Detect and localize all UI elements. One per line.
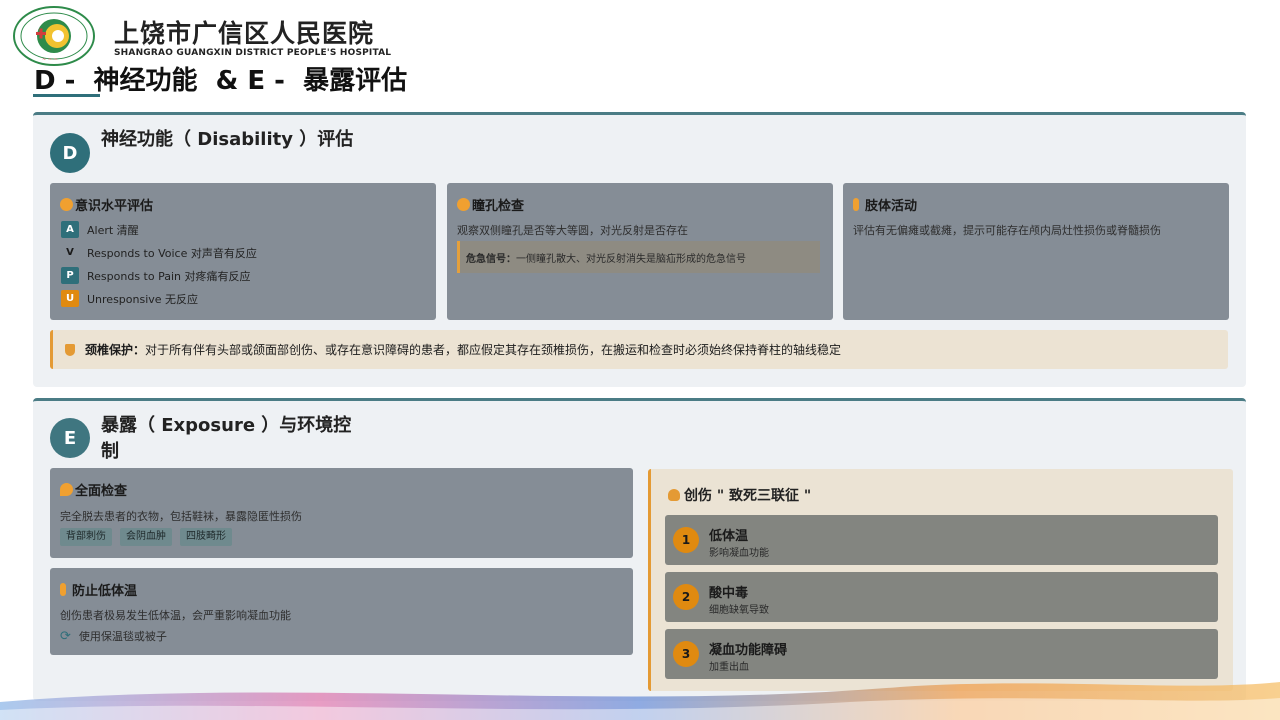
eye-icon	[457, 198, 470, 211]
header: ~ ~ ~ 上饶市广信区人民医院 SHANGRAO GUANGXIN DISTR…	[0, 0, 1280, 110]
triad-number: 1	[673, 527, 699, 553]
spine-text: 对于所有伴有头部或颌面部创伤、或存在意识障碍的患者，都应假定其存在颈椎损伤，在搬…	[145, 343, 842, 357]
consciousness-header: 意识水平评估	[60, 195, 153, 214]
search-icon	[60, 483, 73, 496]
triad-number: 2	[673, 584, 699, 610]
exposure-section: E 暴露（ Exposure ）与环境控制 全面检查 完全脱去患者的衣物，包括鞋…	[33, 398, 1246, 701]
full-exam-card: 全面检查 完全脱去患者的衣物，包括鞋袜，暴露隐匿性损伤 背部刺伤 会阴血肿 四肢…	[50, 468, 633, 558]
triad-name: 酸中毒	[709, 586, 749, 601]
e-badge: E	[50, 418, 90, 458]
hypothermia-title: 防止低体温	[72, 584, 138, 599]
limb-card: 肢体活动 评估有无偏瘫或截瘫，提示可能存在颅内局灶性损伤或脊髓损伤	[843, 183, 1229, 320]
hospital-logo: ~ ~ ~	[13, 6, 95, 66]
level-label: Unresponsive 无反应	[87, 292, 199, 306]
tag-back-stab: 背部刺伤	[60, 528, 112, 546]
danger-text: 一侧瞳孔散大、对光反射消失是脑疝形成的危急信号	[516, 253, 746, 265]
tag-perineal-hematoma: 会阴血肿	[120, 528, 172, 546]
hypothermia-action-text: 使用保温毯或被子	[78, 630, 167, 643]
page-title: D - 神经功能 & E - 暴露评估	[34, 66, 408, 96]
triad-header: 创伤 " 致死三联征 "	[668, 485, 811, 505]
skull-icon	[668, 489, 680, 501]
level-label: Responds to Pain 对疼痛有反应	[87, 269, 251, 283]
full-exam-header: 全面检查	[60, 480, 127, 499]
pupil-header: 瞳孔检查	[457, 195, 524, 214]
hospital-name-cn: 上饶市广信区人民医院	[114, 19, 375, 48]
limb-title: 肢体活动	[865, 199, 918, 214]
triad-number: 3	[673, 641, 699, 667]
full-exam-title: 全面检查	[75, 484, 128, 499]
exposure-title: 暴露（ Exposure ）与环境控制	[101, 415, 352, 462]
level-voice: V Responds to Voice 对声音有反应	[61, 244, 257, 261]
level-code-u: U	[61, 290, 79, 307]
level-label: Alert 清醒	[87, 223, 139, 237]
triad-desc: 影响凝血功能	[709, 548, 769, 559]
full-exam-text: 完全脱去患者的衣物，包括鞋袜，暴露隐匿性损伤	[60, 510, 302, 523]
triad-name: 低体温	[709, 529, 749, 544]
tag-limb-deformity: 四肢畸形	[180, 528, 232, 546]
limb-header: 肢体活动	[853, 195, 917, 214]
shield-icon	[65, 343, 75, 356]
decorative-footer-band	[0, 682, 1280, 720]
hypothermia-action: ⟳ 使用保温毯或被子	[60, 628, 167, 644]
disability-title: 神经功能（ Disability ）评估	[101, 129, 354, 150]
person-walking-icon	[853, 198, 859, 211]
triad-name: 凝血功能障碍	[709, 643, 788, 658]
pupil-title: 瞳孔检查	[472, 199, 525, 214]
pupil-card: 瞳孔检查 观察双侧瞳孔是否等大等圆，对光反射是否存在 危急信号： 一侧瞳孔散大、…	[447, 183, 833, 320]
brain-icon	[60, 198, 73, 211]
refresh-icon: ⟳	[60, 628, 71, 644]
triad-desc: 细胞缺氧导致	[709, 605, 769, 616]
triad-title: 创伤 " 致死三联征 "	[684, 488, 812, 504]
pupil-text: 观察双侧瞳孔是否等大等圆，对光反射是否存在	[457, 224, 688, 237]
disability-section: D 神经功能（ Disability ）评估 意识水平评估 A Alert 清醒…	[33, 112, 1246, 387]
level-unresponsive: U Unresponsive 无反应	[61, 290, 198, 307]
triad-item-acidosis: 2 酸中毒 细胞缺氧导致	[665, 572, 1218, 622]
consciousness-card: 意识水平评估 A Alert 清醒 V Responds to Voice 对声…	[50, 183, 436, 320]
hypothermia-card: 防止低体温 创伤患者极易发生低体温，会严重影响凝血功能 ⟳ 使用保温毯或被子	[50, 568, 633, 655]
level-code-a: A	[61, 221, 79, 238]
level-code-v: V	[61, 244, 79, 261]
level-pain: P Responds to Pain 对疼痛有反应	[61, 267, 251, 284]
spine-protection-warning: 颈椎保护： 对于所有伴有头部或颌面部创伤、或存在意识障碍的患者，都应假定其存在颈…	[50, 330, 1228, 369]
hypothermia-header: 防止低体温	[60, 580, 137, 599]
thermometer-icon	[60, 583, 66, 596]
level-alert: A Alert 清醒	[61, 221, 139, 238]
lethal-triad-panel: 创伤 " 致死三联征 " 1 低体温 影响凝血功能 2 酸中毒 细胞缺氧导致 3…	[648, 469, 1233, 691]
danger-signal: 危急信号： 一侧瞳孔散大、对光反射消失是脑疝形成的危急信号	[457, 241, 820, 273]
hypothermia-text: 创伤患者极易发生低体温，会严重影响凝血功能	[60, 609, 291, 622]
level-code-p: P	[61, 267, 79, 284]
level-label: Responds to Voice 对声音有反应	[87, 246, 257, 260]
d-badge: D	[50, 133, 90, 173]
spine-label: 颈椎保护：	[85, 343, 146, 357]
title-underline	[33, 94, 100, 97]
consciousness-title: 意识水平评估	[75, 199, 154, 214]
triad-item-hypothermia: 1 低体温 影响凝血功能	[665, 515, 1218, 565]
hospital-name-en: SHANGRAO GUANGXIN DISTRICT PEOPLE'S HOSP…	[114, 48, 392, 58]
limb-text: 评估有无偏瘫或截瘫，提示可能存在颅内局灶性损伤或脊髓损伤	[853, 224, 1161, 237]
triad-desc: 加重出血	[709, 662, 749, 673]
danger-label: 危急信号：	[466, 253, 516, 265]
